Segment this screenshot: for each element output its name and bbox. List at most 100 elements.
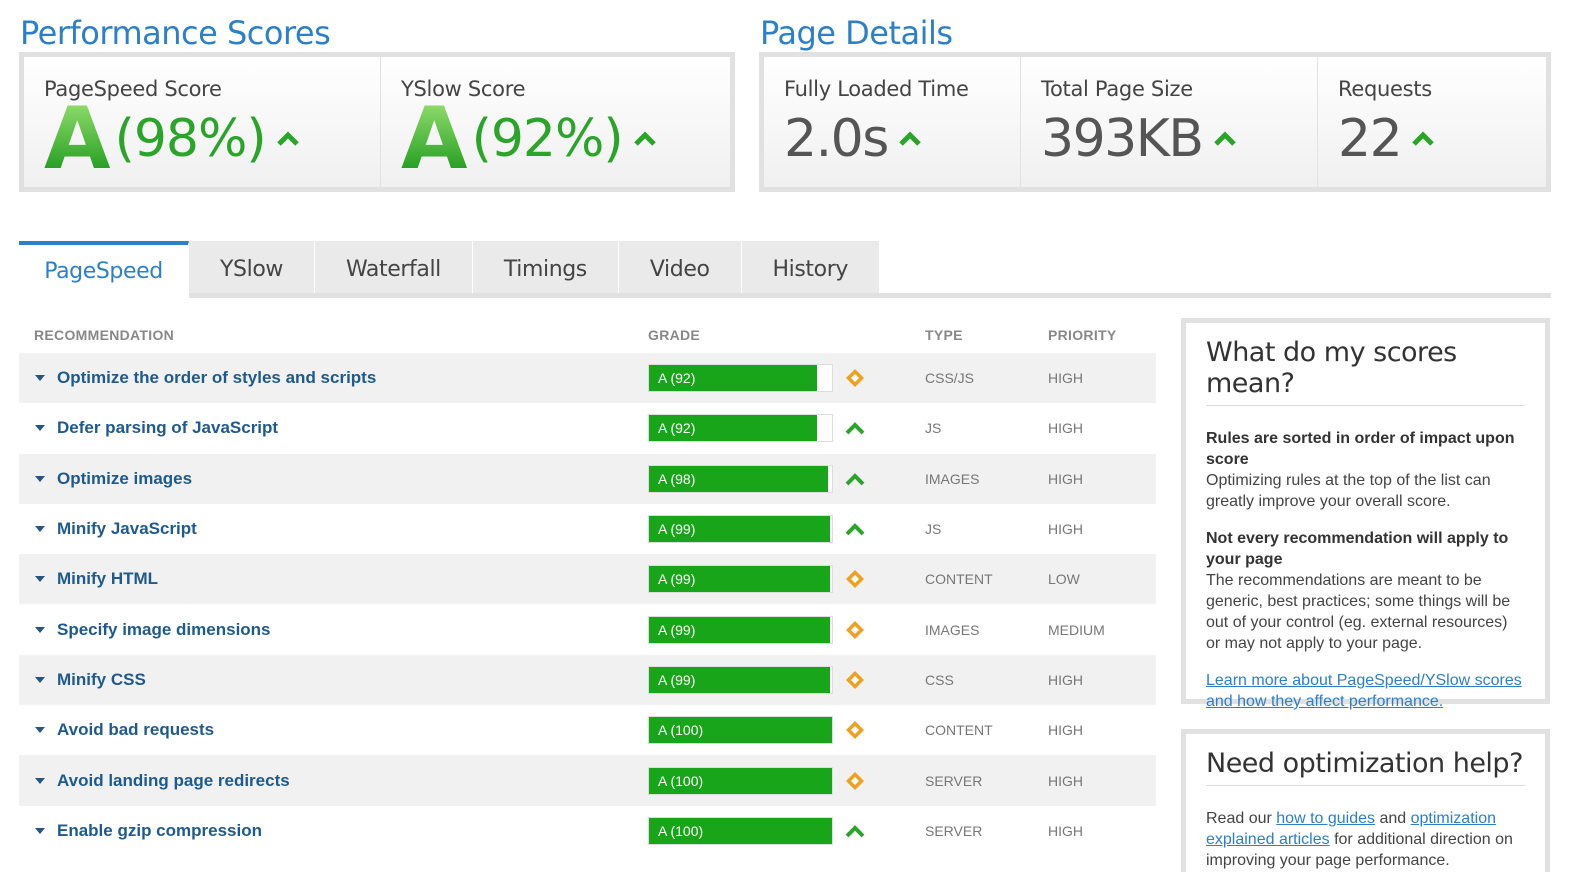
- grade-bar: A (99): [648, 615, 833, 644]
- recommendation-name[interactable]: Avoid landing page redirects: [57, 771, 290, 791]
- warning-diamond-icon: [846, 670, 864, 689]
- warning-diamond-icon: [846, 771, 864, 790]
- header-type: TYPE: [925, 327, 963, 343]
- requests-cell: Requests 22: [1318, 57, 1546, 187]
- scores-help-p2-text: The recommendations are meant to be gene…: [1206, 572, 1511, 652]
- yslow-score-cell: YSlow Score A (92%): [381, 57, 730, 187]
- pagespeed-percent: (98%): [114, 109, 267, 169]
- performance-scores-title: Performance Scores: [20, 14, 331, 52]
- priority-cell: HIGH: [1048, 420, 1083, 437]
- recommendations-table: Optimize the order of styles and scripts…: [19, 353, 1156, 856]
- scores-help-paragraph-1: Rules are sorted in order of impact upon…: [1206, 428, 1525, 512]
- type-cell: SERVER: [925, 822, 983, 839]
- table-row[interactable]: Optimize images A (98) IMAGES HIGH: [19, 453, 1156, 504]
- learn-more-link[interactable]: Learn more about PageSpeed/YSlow scores …: [1206, 672, 1522, 710]
- recommendation-name[interactable]: Enable gzip compression: [57, 821, 262, 841]
- grade-bar: A (99): [648, 665, 833, 694]
- priority-cell: MEDIUM: [1048, 621, 1105, 638]
- grade-bar: A (100): [648, 816, 833, 845]
- how-to-guides-link[interactable]: how to guides: [1276, 810, 1375, 827]
- table-row[interactable]: Minify JavaScript A (99) JS HIGH: [19, 504, 1156, 554]
- expand-caret-icon[interactable]: [35, 626, 45, 633]
- warning-diamond-icon: [846, 620, 864, 639]
- optimization-help-title: Need optimization help?: [1206, 748, 1525, 786]
- tab-timings[interactable]: Timings: [472, 241, 619, 297]
- grade-bar-fill: A (100): [649, 717, 832, 744]
- requests-label: Requests: [1338, 77, 1432, 101]
- optimization-help-text: Read our how to guides and optimization …: [1206, 808, 1525, 871]
- type-cell: IMAGES: [925, 470, 980, 487]
- priority-cell: HIGH: [1048, 671, 1083, 688]
- scores-help-paragraph-2: Not every recommendation will apply to y…: [1206, 528, 1525, 654]
- scores-help-title: What do my scores mean?: [1206, 337, 1525, 406]
- expand-caret-icon[interactable]: [35, 526, 45, 533]
- pagespeed-grade: A: [44, 89, 111, 189]
- expand-caret-icon[interactable]: [35, 727, 45, 734]
- tab-underline: [189, 293, 1551, 298]
- page-details-title: Page Details: [760, 14, 953, 52]
- page-details-panel: Fully Loaded Time 2.0s Total Page Size 3…: [759, 52, 1551, 192]
- priority-cell: HIGH: [1048, 370, 1083, 387]
- grade-bar-fill: A (98): [649, 465, 829, 492]
- header-recommendation: RECOMMENDATION: [34, 327, 175, 343]
- table-row[interactable]: Defer parsing of JavaScript A (92) JS HIGH: [19, 403, 1156, 453]
- yslow-percent: (92%): [471, 109, 624, 169]
- table-row[interactable]: Enable gzip compression A (100) SERVER HIGH: [19, 806, 1156, 856]
- table-row[interactable]: Avoid bad requests A (100) CONTENT HIGH: [19, 705, 1156, 755]
- trend-up-icon: [845, 472, 865, 486]
- expand-caret-icon[interactable]: [35, 827, 45, 834]
- expand-caret-icon[interactable]: [35, 676, 45, 683]
- scores-help-p1-text: Optimizing rules at the top of the list …: [1206, 472, 1491, 510]
- warning-diamond-icon: [846, 570, 864, 589]
- optimization-help-panel: Need optimization help? Read our how to …: [1181, 729, 1550, 872]
- recommendation-name[interactable]: Avoid bad requests: [57, 720, 214, 740]
- scores-help-p2-heading: Not every recommendation will apply to y…: [1206, 530, 1509, 568]
- tab-pagespeed[interactable]: PageSpeed: [19, 241, 189, 297]
- grade-bar-fill: A (92): [649, 365, 818, 392]
- tab-waterfall[interactable]: Waterfall: [314, 241, 473, 297]
- recommendation-name[interactable]: Minify CSS: [57, 670, 146, 690]
- optimization-help-read: Read our: [1206, 810, 1272, 827]
- warning-diamond-icon: [846, 721, 864, 740]
- recommendation-name[interactable]: Minify JavaScript: [57, 519, 197, 539]
- tab-history[interactable]: History: [741, 241, 880, 297]
- page-size-value: 393KB: [1041, 109, 1204, 169]
- table-row[interactable]: Specify image dimensions A (99) IMAGES MEDI…: [19, 604, 1156, 654]
- warning-diamond-icon: [846, 369, 864, 388]
- trend-up-icon: [845, 523, 865, 536]
- grade-bar-fill: A (99): [649, 666, 831, 693]
- table-row[interactable]: Optimize the order of styles and scripts…: [19, 353, 1156, 404]
- scores-help-p1-heading: Rules are sorted in order of impact upon…: [1206, 430, 1515, 468]
- grade-bar: A (92): [648, 414, 833, 443]
- grade-bar: A (92): [648, 364, 833, 393]
- table-row[interactable]: Minify HTML A (99) CONTENT LOW: [19, 554, 1156, 605]
- header-grade: GRADE: [648, 327, 701, 343]
- grade-bar-fill: A (99): [649, 616, 831, 643]
- expand-caret-icon[interactable]: [35, 475, 45, 482]
- grade-bar-fill: A (100): [649, 767, 832, 794]
- expand-caret-icon[interactable]: [35, 576, 45, 583]
- recommendation-name[interactable]: Defer parsing of JavaScript: [57, 418, 278, 438]
- recommendation-name[interactable]: Specify image dimensions: [57, 620, 271, 640]
- type-cell: CONTENT: [925, 571, 993, 588]
- grade-bar: A (100): [648, 766, 833, 795]
- grade-bar: A (100): [648, 716, 833, 745]
- fully-loaded-value: 2.0s: [784, 109, 889, 169]
- grade-bar-fill: A (100): [649, 817, 832, 844]
- tab-yslow[interactable]: YSlow: [189, 241, 315, 297]
- type-cell: CSS/JS: [925, 370, 975, 387]
- tab-video[interactable]: Video: [618, 241, 742, 297]
- recommendation-name[interactable]: Optimize images: [57, 469, 192, 489]
- expand-caret-icon[interactable]: [35, 777, 45, 784]
- recommendation-name[interactable]: Minify HTML: [57, 569, 158, 589]
- table-row[interactable]: Avoid landing page redirects A (100) SERVE…: [19, 755, 1156, 806]
- recommendation-name[interactable]: Optimize the order of styles and scripts: [57, 368, 376, 388]
- trend-up-icon: [633, 131, 656, 146]
- expand-caret-icon[interactable]: [35, 375, 45, 382]
- header-priority: PRIORITY: [1048, 327, 1117, 343]
- page-size-cell: Total Page Size 393KB: [1021, 57, 1318, 187]
- report-tabs: PageSpeed YSlow Waterfall Timings Video …: [19, 241, 880, 297]
- priority-cell: HIGH: [1048, 822, 1083, 839]
- table-row[interactable]: Minify CSS A (99) CSS HIGH: [19, 654, 1156, 706]
- expand-caret-icon[interactable]: [35, 425, 45, 432]
